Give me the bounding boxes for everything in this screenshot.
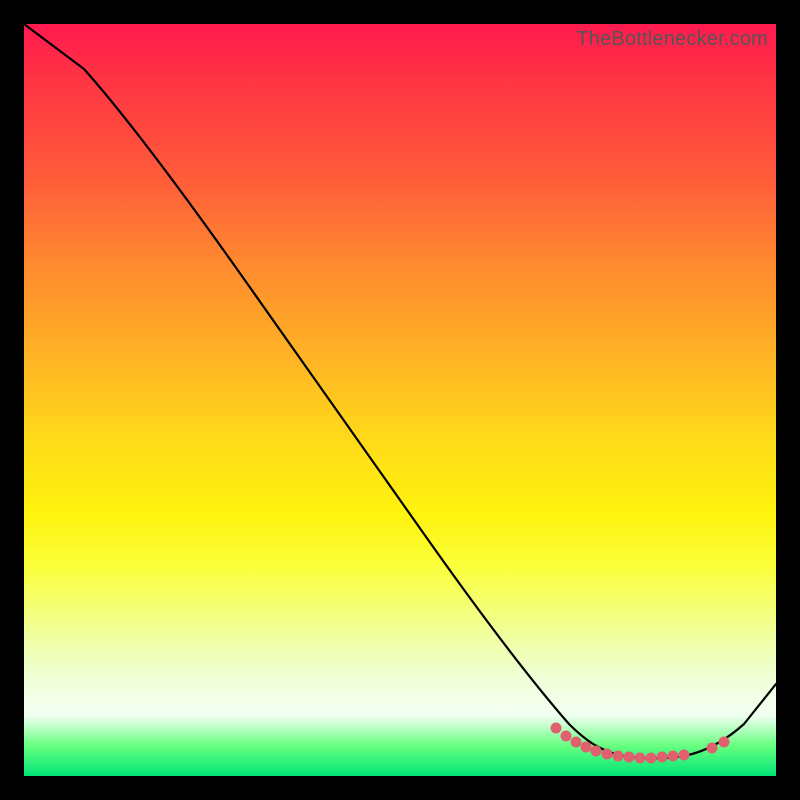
curve-markers [551, 723, 729, 763]
marker-dot [646, 753, 656, 763]
curve-layer [24, 24, 776, 776]
marker-dot [668, 751, 678, 761]
plot-area: TheBottlenecker.com [24, 24, 776, 776]
marker-dot [591, 746, 601, 756]
marker-dot [657, 752, 667, 762]
marker-dot [679, 750, 689, 760]
marker-dot [635, 753, 645, 763]
marker-dot [719, 737, 729, 747]
marker-dot [624, 752, 634, 762]
marker-dot [561, 731, 571, 741]
bottleneck-curve-path [24, 24, 776, 758]
marker-dot [707, 743, 717, 753]
marker-dot [551, 723, 561, 733]
marker-dot [613, 751, 623, 761]
marker-dot [581, 742, 591, 752]
chart-stage: TheBottlenecker.com [0, 0, 800, 800]
marker-dot [571, 737, 581, 747]
marker-dot [602, 749, 612, 759]
